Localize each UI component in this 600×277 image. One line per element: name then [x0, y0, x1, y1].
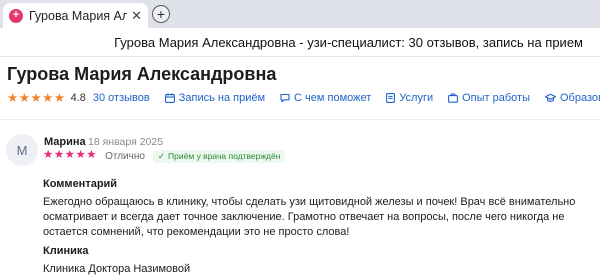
- reviews-link[interactable]: 30 отзывов: [93, 92, 150, 104]
- check-icon: ✓: [157, 150, 166, 161]
- divider: [0, 119, 600, 120]
- briefcase-icon: [448, 93, 459, 103]
- browser-tab-bar: + Гурова Мария Алекса ✕ +: [0, 0, 600, 28]
- star-icon: ★: [30, 90, 42, 105]
- review-author: Марина: [44, 136, 86, 148]
- doctor-meta-row: ★ ★ ★ ★ ★ 4.8 30 отзывов Запись на приём…: [7, 91, 600, 105]
- window-titlebar: Гурова Мария Александровна - узи-специал…: [0, 28, 600, 57]
- page-title: Гурова Мария Александровна: [7, 64, 277, 84]
- nav-help[interactable]: С чем поможет: [280, 92, 371, 104]
- star-icon: ★: [42, 90, 54, 105]
- star-icon: ★: [7, 90, 19, 105]
- new-tab-button[interactable]: +: [152, 5, 170, 23]
- browser-tab[interactable]: + Гурова Мария Алекса ✕: [3, 3, 148, 28]
- star-icon: ★: [86, 149, 97, 162]
- star-icon: ★: [64, 149, 75, 162]
- nav-services[interactable]: Услуги: [386, 92, 433, 104]
- tab-title: Гурова Мария Алекса: [29, 8, 128, 23]
- review-date: 18 января 2025: [88, 136, 164, 148]
- status-badge: ✓ Приём у врача подтверждён: [152, 149, 286, 163]
- doctor-rating-stars: ★ ★ ★ ★ ★: [7, 92, 66, 105]
- review-rating-stars: ★ ★ ★ ★ ★: [43, 150, 97, 162]
- nav-appointment[interactable]: Запись на приём: [164, 92, 266, 104]
- nav-services-label: Услуги: [399, 92, 434, 104]
- star-icon: ★: [53, 149, 65, 162]
- review-rating-row: ★ ★ ★ ★ ★ Отлично ✓ Приём у врача подтве…: [43, 149, 286, 163]
- star-icon: ★: [43, 149, 54, 162]
- avatar: М: [6, 134, 38, 166]
- rating-value: 4.8: [70, 92, 86, 104]
- chat-icon: [280, 93, 290, 103]
- document-icon: [386, 93, 396, 103]
- clinic-name[interactable]: Клиника Доктора Назимовой: [43, 263, 190, 275]
- star-icon: ★: [18, 90, 30, 105]
- close-icon[interactable]: ✕: [131, 9, 142, 22]
- clinic-heading: Клиника: [43, 245, 89, 257]
- nav-help-label: С чем поможет: [294, 92, 372, 104]
- calendar-icon: [164, 93, 175, 103]
- star-icon: ★: [75, 149, 86, 162]
- tab-favicon-icon: +: [9, 8, 23, 23]
- comment-heading: Комментарий: [43, 178, 118, 190]
- verified-label: Приём у врача подтверждён: [168, 151, 281, 161]
- nav-education[interactable]: Образование: [545, 92, 600, 104]
- nav-education-label: Образование: [560, 92, 600, 104]
- window-title: Гурова Мария Александровна - узи-специал…: [114, 35, 583, 50]
- review-comment: Ежегодно обращаюсь в клинику, чтобы сдел…: [43, 196, 576, 238]
- nav-appointment-label: Запись на приём: [178, 92, 266, 104]
- review-grade: Отлично: [105, 150, 145, 162]
- nav-experience-label: Опыт работы: [462, 92, 530, 104]
- nav-experience[interactable]: Опыт работы: [448, 92, 530, 104]
- star-icon: ★: [53, 90, 66, 105]
- graduation-cap-icon: [545, 93, 556, 103]
